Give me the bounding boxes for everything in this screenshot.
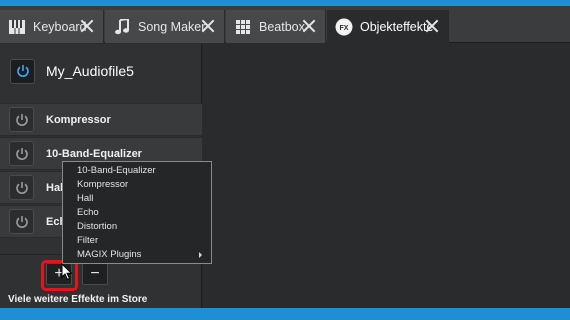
menu-item-echo[interactable]: Echo — [63, 206, 211, 220]
power-icon[interactable] — [10, 58, 35, 84]
fx-icon: FX — [335, 18, 353, 36]
menu-item-distortion[interactable]: Distortion — [63, 220, 211, 234]
tab-keyboard-label: Keyboard — [33, 19, 87, 34]
close-icon[interactable] — [201, 19, 215, 33]
tab-beatbox-label: Beatbox — [259, 19, 305, 34]
close-icon[interactable] — [425, 19, 439, 33]
fx-badge-text: FX — [340, 25, 349, 32]
mouse-cursor-icon — [61, 263, 73, 281]
menu-item-hall[interactable]: Hall — [63, 192, 211, 206]
menu-item-magix-plugins[interactable]: MAGIX Plugins — [63, 248, 211, 262]
menu-item-kompressor[interactable]: Kompressor — [63, 178, 211, 192]
tab-keyboard[interactable]: Keyboard — [0, 10, 104, 43]
tab-objekteffekte[interactable]: FX Objekteffekte — [327, 10, 449, 43]
tab-bar: Keyboard Song Maker Beatbox FX Objekteff… — [0, 6, 570, 43]
tab-beatbox[interactable]: Beatbox — [226, 10, 326, 43]
object-header: My_Audiofile5 — [0, 56, 202, 86]
close-icon[interactable] — [80, 19, 94, 33]
object-title: My_Audiofile5 — [46, 63, 134, 79]
tab-song-maker[interactable]: Song Maker — [105, 10, 225, 43]
grid-pads-icon — [234, 18, 252, 36]
submenu-arrow-icon — [199, 252, 202, 258]
tab-objekteffekte-label: Objekteffekte — [360, 19, 434, 34]
effect-label: 10-Band-Equalizer — [46, 147, 142, 160]
power-icon[interactable] — [9, 107, 34, 132]
effect-row-kompressor[interactable]: Kompressor — [0, 103, 202, 136]
power-icon[interactable] — [9, 209, 34, 234]
menu-item-magix-plugins-label: MAGIX Plugins — [77, 249, 142, 260]
menu-item-equalizer[interactable]: 10-Band-Equalizer — [63, 164, 211, 178]
store-link[interactable]: Viele weitere Effekte im Store — [8, 294, 147, 305]
piano-keys-icon — [8, 18, 26, 36]
power-icon[interactable] — [9, 175, 34, 200]
effects-window: Keyboard Song Maker Beatbox FX Objekteff… — [0, 6, 570, 308]
menu-item-filter[interactable]: Filter — [63, 234, 211, 248]
music-note-icon — [113, 18, 131, 36]
power-icon[interactable] — [9, 141, 34, 166]
remove-effect-button[interactable]: − — [82, 263, 108, 285]
tab-song-maker-label: Song Maker — [138, 19, 206, 34]
close-icon[interactable] — [302, 19, 316, 33]
add-effect-menu: 10-Band-Equalizer Kompressor Hall Echo D… — [62, 161, 212, 264]
effect-label: Kompressor — [46, 113, 111, 126]
